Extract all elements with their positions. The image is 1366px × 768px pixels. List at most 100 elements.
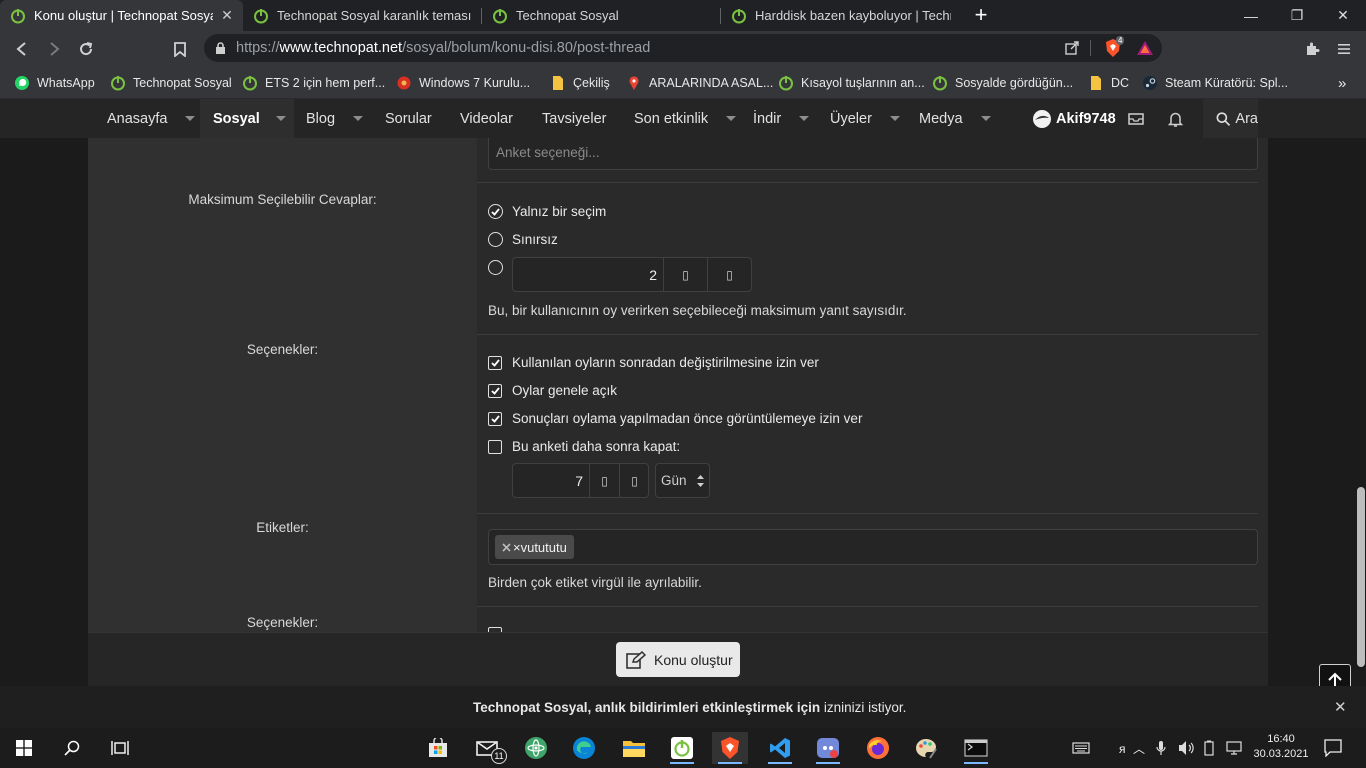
increment-button[interactable]: ▯ [619, 464, 649, 498]
radio-checked-icon[interactable] [488, 204, 503, 219]
battery-icon[interactable] [1204, 740, 1214, 759]
microsoft-store-icon[interactable] [420, 732, 456, 764]
tag-chip[interactable]: ×vutututu [495, 535, 574, 559]
nav-son-etkinlik[interactable]: Son etkinlik [634, 99, 737, 138]
checkbox-checked-icon[interactable] [488, 383, 502, 398]
new-tab-button[interactable]: + [970, 2, 992, 27]
max-answers-stepper[interactable]: 2 ▯ ▯ [512, 257, 752, 292]
bookmark-kisayol[interactable]: Kısayol tuşlarının an... [778, 72, 925, 94]
menu-icon[interactable] [1332, 37, 1356, 61]
extensions-icon[interactable] [1300, 37, 1324, 61]
nav-indir[interactable]: İndir [753, 99, 810, 138]
edge-icon[interactable] [566, 732, 602, 764]
share-icon[interactable] [1065, 41, 1079, 55]
nav-anasayfa[interactable]: Anasayfa [107, 99, 196, 138]
bookmark-whatsapp[interactable]: WhatsApp [14, 72, 95, 94]
forward-icon[interactable] [42, 37, 66, 61]
submit-thread-button[interactable]: Konu oluştur [616, 642, 740, 677]
file-explorer-icon[interactable] [616, 732, 652, 764]
network-icon[interactable] [1226, 740, 1242, 759]
close-poll-stepper[interactable]: 7 ▯ ▯ [512, 463, 649, 498]
checkbox-close-poll[interactable]: Bu anketi daha sonra kapat: [488, 439, 680, 454]
bookmark-technopat-sosyal[interactable]: Technopat Sosyal [110, 72, 232, 94]
system-clock[interactable]: 16:40 30.03.2021 [1253, 732, 1309, 762]
decrement-button[interactable]: ▯ [589, 464, 619, 498]
inbox-icon[interactable] [1128, 99, 1144, 138]
back-icon[interactable] [10, 37, 34, 61]
brave-browser-icon[interactable] [712, 732, 748, 764]
nav-tavsiyeler[interactable]: Tavsiyeler [542, 99, 606, 138]
poll-option-input[interactable]: Anket seçeneği... [488, 138, 1258, 170]
nav-videolar[interactable]: Videolar [460, 99, 513, 138]
mail-icon[interactable]: 11 [470, 732, 507, 764]
bookmark-dc[interactable]: DC [1088, 72, 1129, 94]
task-view-icon[interactable] [102, 732, 138, 764]
radio-unchecked-icon[interactable] [488, 232, 503, 247]
volume-icon[interactable] [1178, 740, 1195, 759]
nav-medya[interactable]: Medya [919, 99, 991, 138]
checkbox-checked-icon[interactable] [488, 411, 502, 426]
remove-tag-icon[interactable] [502, 542, 511, 552]
firefox-icon[interactable] [860, 732, 896, 764]
terminal-icon[interactable] [958, 732, 994, 764]
radio-unchecked-icon[interactable] [488, 260, 503, 275]
bookmark-aralarinda-asal[interactable]: ARALARINDA ASAL... [626, 72, 773, 94]
scrollbar-thumb[interactable] [1357, 487, 1365, 667]
tab-karanlik-tema[interactable]: Technopat Sosyal karanlık teması için g [243, 0, 481, 31]
tab-harddisk[interactable]: Harddisk bazen kayboluyor | Technopat [721, 0, 959, 31]
vscode-icon[interactable] [762, 732, 798, 764]
notification-center-icon[interactable] [1324, 739, 1342, 760]
keyboard-icon[interactable] [1065, 732, 1097, 764]
chevron-down-icon[interactable] [726, 116, 737, 121]
checkbox-unchecked-icon[interactable] [488, 439, 502, 454]
chevron-down-icon[interactable] [353, 116, 364, 121]
chevron-down-icon[interactable] [980, 116, 991, 121]
close-notification-icon[interactable]: ✕ [1334, 698, 1347, 716]
reload-icon[interactable] [74, 37, 98, 61]
tab-konu-olustur[interactable]: Konu oluştur | Technopat Sosyal ✕ [0, 0, 243, 31]
chevron-down-icon[interactable] [799, 116, 810, 121]
technopat-app-icon[interactable] [664, 732, 700, 764]
atom-app-icon[interactable] [518, 732, 554, 764]
tags-input[interactable]: ×vutututu [488, 529, 1258, 565]
paint-icon[interactable] [908, 732, 944, 764]
minimize-button[interactable]: — [1228, 0, 1274, 31]
tab-technopat-sosyal[interactable]: Technopat Sosyal [482, 0, 720, 31]
radio-unlimited[interactable]: Sınırsız [488, 232, 558, 247]
bell-icon[interactable] [1168, 99, 1183, 138]
checkbox-checked-icon[interactable] [488, 355, 502, 370]
user-account-link[interactable]: Akif9748 [1032, 99, 1116, 138]
bookmark-icon[interactable] [168, 37, 192, 61]
maximize-button[interactable]: ❐ [1274, 0, 1320, 31]
chevron-down-icon[interactable] [275, 116, 286, 121]
more-bookmarks-button[interactable]: » [1338, 72, 1346, 94]
nav-uyeler[interactable]: Üyeler [830, 99, 900, 138]
nav-sorular[interactable]: Sorular [385, 99, 432, 138]
increment-button[interactable]: ▯ [707, 258, 751, 292]
address-bar[interactable]: https://www.technopat.net/sosyal/bolum/k… [204, 34, 1162, 62]
close-tab-icon[interactable]: ✕ [219, 7, 235, 24]
show-hidden-icons-chevron-up-icon[interactable]: ︿ [1133, 740, 1145, 757]
brave-shields-icon[interactable]: 4 [1104, 36, 1126, 58]
chevron-down-icon[interactable] [185, 116, 196, 121]
checkbox-allow-change-votes[interactable]: Kullanılan oyların sonradan değiştirilme… [488, 355, 819, 370]
search-button[interactable]: Ara [1203, 99, 1258, 138]
radio-custom-count[interactable] [488, 260, 512, 275]
discord-icon[interactable] [810, 732, 846, 764]
bookmark-steam[interactable]: Steam Küratörü: Spl... [1142, 72, 1288, 94]
radio-single-choice[interactable]: Yalnız bir seçim [488, 204, 606, 219]
checkbox-view-results[interactable]: Sonuçları oylama yapılmadan önce görüntü… [488, 411, 862, 426]
checkbox-public-votes[interactable]: Oylar genele açık [488, 383, 617, 398]
nav-sosyal[interactable]: Sosyal [200, 99, 294, 138]
close-window-button[interactable]: ✕ [1320, 0, 1366, 31]
brave-rewards-icon[interactable] [1136, 40, 1154, 56]
bookmark-cekilis[interactable]: Çekiliş [550, 72, 610, 94]
input-language-indicator[interactable]: я [1119, 742, 1126, 756]
chevron-down-icon[interactable] [889, 116, 900, 121]
bookmark-ets2[interactable]: ETS 2 için hem perf... [242, 72, 385, 94]
decrement-button[interactable]: ▯ [663, 258, 707, 292]
search-icon[interactable] [54, 732, 90, 764]
close-poll-unit-select[interactable]: Gün [655, 463, 710, 498]
microphone-icon[interactable] [1156, 740, 1166, 759]
windows-start-icon[interactable] [6, 732, 42, 764]
